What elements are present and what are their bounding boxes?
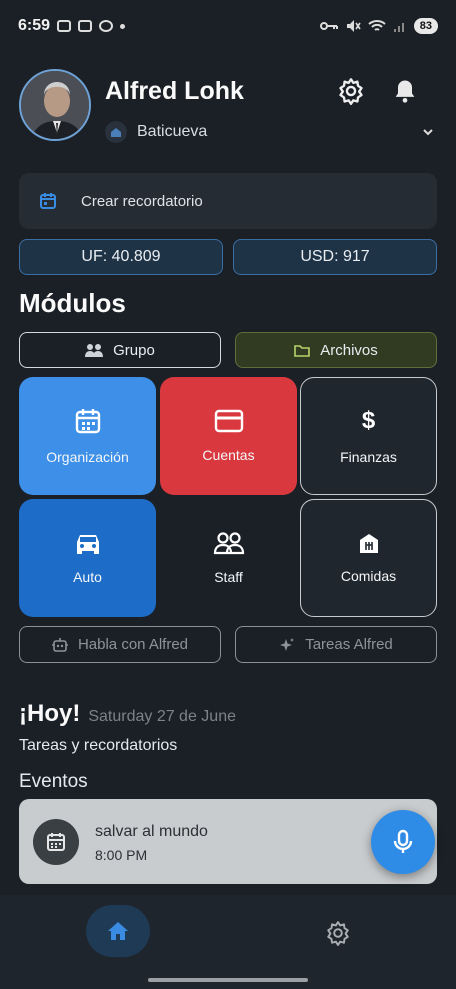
module-auto[interactable]: Auto [19,499,156,617]
module-finanzas[interactable]: $ Finanzas [300,377,437,495]
microphone-icon [393,829,413,853]
profile-header: Alfred Lohk Baticueva [19,69,437,151]
dollar-icon: $ [361,407,376,434]
tab-archivos[interactable]: Archivos [235,332,437,368]
talk-to-alfred-label: Habla con Alfred [77,636,189,653]
module-auto-label: Auto [73,569,102,585]
alfred-tasks-label: Tareas Alfred [305,636,393,653]
calendar-icon [40,193,56,209]
module-finanzas-label: Finanzas [340,449,397,465]
create-reminder-label: Crear recordatorio [81,192,203,210]
chat-icon [99,20,114,32]
module-comidas[interactable]: Comidas [300,499,437,617]
sparkle-icon [280,637,295,651]
module-cuentas-label: Cuentas [202,447,255,463]
restaurant-icon [359,534,378,553]
location-label: Baticueva [137,123,208,140]
location-selector[interactable]: Baticueva [105,121,207,143]
key-icon [319,22,338,30]
module-staff[interactable]: Staff [160,499,297,617]
signal-icon [393,23,404,32]
status-time: 6:59 [18,17,51,34]
module-organizacion[interactable]: Organización [19,377,156,495]
wifi-icon [368,20,386,31]
folder-icon [294,344,311,357]
nav-home-button[interactable] [86,905,150,957]
today-header: ¡Hoy! Saturday 27 de June [19,700,236,728]
uf-rate-badge: UF: 40.809 [19,239,223,275]
tasks-section-label: Tareas y recordatorios [19,737,178,754]
screenshot-icon [57,20,72,32]
uf-rate-label: UF: 40.809 [81,248,161,265]
settings-icon[interactable] [337,77,365,105]
tab-grupo-label: Grupo [113,341,155,359]
user-name: Alfred Lohk [105,77,244,105]
robot-icon [51,637,68,652]
home-icon [108,922,128,940]
today-heading: ¡Hoy! [19,700,81,727]
home-icon [105,121,127,143]
usd-rate-label: USD: 917 [300,248,370,265]
today-date: Saturday 27 de June [88,708,236,725]
tab-archivos-label: Archivos [320,341,378,359]
group-icon [85,344,104,357]
credit-card-icon [214,409,243,433]
bottom-navigation [0,895,456,989]
nav-settings-button[interactable] [322,917,354,949]
notification-dot-icon [120,23,126,29]
module-cuentas[interactable]: Cuentas [160,377,297,495]
avatar[interactable] [19,69,91,141]
settings-icon [327,921,349,946]
talk-to-alfred-button[interactable]: Habla con Alfred [19,626,221,663]
people-icon [213,532,244,555]
car-icon [76,535,99,554]
event-title: salvar al mundo [95,823,208,840]
alfred-tasks-button[interactable]: Tareas Alfred [235,626,437,663]
module-organizacion-label: Organización [46,449,129,465]
battery-indicator: 83 [413,18,438,34]
create-reminder-button[interactable]: Crear recordatorio [19,173,437,229]
status-bar: 6:59 83 [0,0,456,52]
notification-bell-icon[interactable] [391,77,419,105]
voice-input-button[interactable] [371,810,435,874]
chevron-down-icon[interactable] [421,125,435,139]
calendar-icon [75,409,100,434]
mute-icon [346,20,361,32]
modules-title: Módulos [19,288,126,318]
tab-grupo[interactable]: Grupo [19,332,221,368]
module-comidas-label: Comidas [340,568,397,584]
event-calendar-icon [33,819,79,865]
module-staff-label: Staff [214,569,243,585]
events-section-label: Eventos [19,771,88,792]
message-icon [78,20,93,32]
home-indicator [148,978,308,982]
usd-rate-badge: USD: 917 [233,239,437,275]
event-time: 8:00 PM [95,847,148,863]
